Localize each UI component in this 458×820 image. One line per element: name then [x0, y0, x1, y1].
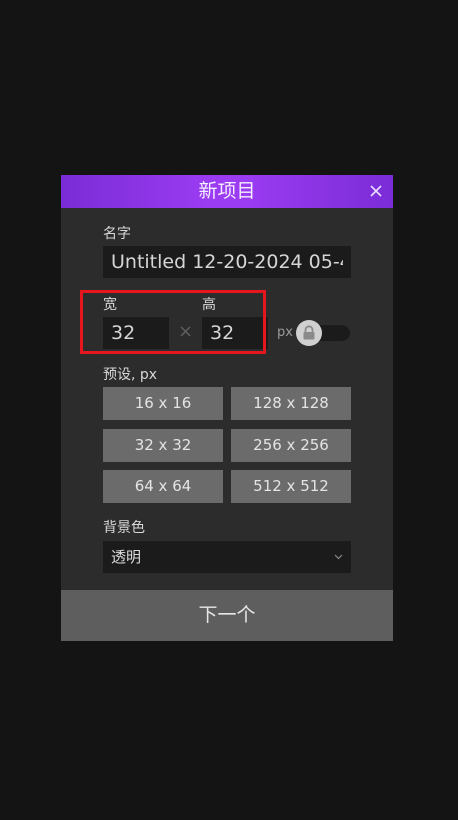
preset-512x512-button[interactable]: 512 x 512	[231, 470, 351, 503]
name-label: 名字	[103, 226, 131, 242]
unit-label: px	[277, 325, 293, 340]
background-select[interactable]: 透明	[103, 541, 351, 573]
height-input[interactable]	[202, 317, 268, 349]
new-project-dialog: 新项目 名字 宽 高 × px 预设, px 16 x 16 128 x 128…	[61, 175, 393, 641]
times-symbol: ×	[178, 321, 194, 342]
width-label: 宽	[103, 297, 117, 313]
preset-128x128-button[interactable]: 128 x 128	[231, 387, 351, 420]
background-select-value: 透明	[111, 548, 142, 566]
aspect-lock-toggle[interactable]	[296, 320, 352, 346]
chevron-down-icon	[334, 554, 343, 560]
toggle-knob	[296, 320, 322, 346]
dialog-titlebar: 新项目	[61, 175, 393, 208]
presets-label: 预设, px	[103, 367, 158, 383]
close-icon	[370, 185, 382, 197]
close-button[interactable]	[367, 182, 385, 200]
preset-256x256-button[interactable]: 256 x 256	[231, 429, 351, 462]
height-label: 高	[202, 297, 216, 313]
preset-16x16-button[interactable]: 16 x 16	[103, 387, 223, 420]
background-label: 背景色	[103, 520, 145, 536]
preset-64x64-button[interactable]: 64 x 64	[103, 470, 223, 503]
width-input[interactable]	[103, 317, 169, 349]
preset-32x32-button[interactable]: 32 x 32	[103, 429, 223, 462]
project-name-input[interactable]	[103, 246, 351, 278]
next-button[interactable]: 下一个	[61, 590, 393, 641]
dialog-title: 新项目	[198, 180, 256, 202]
lock-icon	[303, 325, 315, 340]
